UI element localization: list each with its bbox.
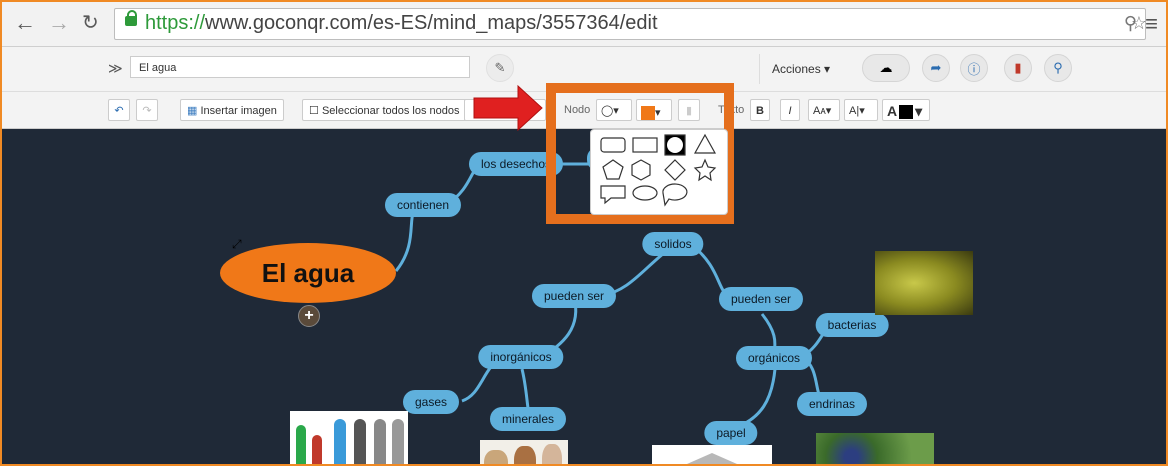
node-gases[interactable]: gases xyxy=(402,390,460,414)
thought-bubble-shape-icon xyxy=(662,183,688,207)
node-bacterias[interactable]: bacterias xyxy=(815,313,889,337)
bacteria-image[interactable] xyxy=(875,251,973,315)
forward-icon[interactable]: ➦ xyxy=(922,54,950,82)
root-node[interactable]: El agua xyxy=(220,243,396,303)
search-icon[interactable]: ⚲ xyxy=(1044,54,1072,82)
info-icon[interactable]: ⓘ xyxy=(960,54,988,82)
share-icon[interactable]: ☁ xyxy=(862,54,910,82)
font-size-dropdown[interactable]: Aᴀ▾ xyxy=(808,99,840,121)
triangle-shape-icon xyxy=(693,133,717,154)
shape-options xyxy=(600,133,717,207)
node-organicos[interactable]: orgánicos xyxy=(735,346,813,370)
star-shape-icon xyxy=(693,158,717,182)
stats-icon[interactable]: ▮ xyxy=(1004,54,1032,82)
browser-toolbar: ← → ↻ https://www.goconqr.com/es-ES/mind… xyxy=(2,2,1166,47)
resize-handle-icon[interactable]: ⤢ xyxy=(232,237,242,252)
bold-button[interactable]: B xyxy=(750,99,770,121)
gas-cylinders-image[interactable] xyxy=(290,411,408,464)
node-contienen[interactable]: contienen xyxy=(384,193,462,217)
speech-oval-shape-icon xyxy=(632,185,658,201)
speech-rect-shape-icon xyxy=(600,185,626,205)
node-inorganicos[interactable]: inorgánicos xyxy=(478,345,564,369)
map-title-input[interactable]: El agua xyxy=(130,56,470,78)
pentagon-shape-icon xyxy=(602,159,624,180)
red-arrow-icon xyxy=(473,84,543,132)
add-node-icon[interactable]: + xyxy=(298,305,320,327)
screenshot-frame: ← → ↻ https://www.goconqr.com/es-ES/mind… xyxy=(0,0,1168,466)
node-endrinas[interactable]: endrinas xyxy=(796,392,868,416)
lock-icon xyxy=(125,10,137,26)
image-icon: ▦ xyxy=(187,105,198,117)
sloe-berries-image[interactable] xyxy=(816,433,934,464)
reload-icon[interactable]: ↻ xyxy=(82,12,99,34)
node-solidos[interactable]: solidos xyxy=(642,232,704,256)
node-pueden-ser-2[interactable]: pueden ser xyxy=(718,287,804,311)
node-pueden-ser-1[interactable]: pueden ser xyxy=(531,284,617,308)
acciones-dropdown[interactable]: Acciones ▾ xyxy=(759,54,842,84)
redo-icon[interactable]: ↷ xyxy=(136,99,158,121)
arrow-right-icon[interactable]: → xyxy=(48,12,70,34)
arrow-left-icon[interactable]: ← xyxy=(14,12,36,34)
tag-icon[interactable]: ✎ xyxy=(486,54,514,82)
select-all-button[interactable]: ☐ Seleccionar todos los nodos xyxy=(302,99,467,121)
node-papel[interactable]: papel xyxy=(704,421,758,445)
node-shape-menu xyxy=(590,129,728,215)
paper-image[interactable] xyxy=(652,445,772,464)
checkbox-icon: ☐ xyxy=(309,105,319,117)
insert-image-button[interactable]: ▦ Insertar imagen xyxy=(180,99,284,121)
address-bar[interactable]: https://www.goconqr.com/es-ES/mind_maps/… xyxy=(114,8,1147,40)
hexagon-shape-icon xyxy=(631,159,651,181)
rect-shape-icon xyxy=(632,137,658,153)
minerals-image[interactable] xyxy=(480,440,568,464)
hamburger-menu-icon[interactable]: ≡ xyxy=(1145,11,1158,37)
diamond-shape-icon xyxy=(664,159,686,181)
node-minerales[interactable]: minerales xyxy=(489,407,567,431)
url-text: https://www.goconqr.com/es-ES/mind_maps/… xyxy=(145,12,658,34)
text-color-dropdown[interactable]: A ▾ xyxy=(882,99,930,121)
undo-icon[interactable]: ↶ xyxy=(108,99,130,121)
italic-button[interactable]: I xyxy=(780,99,800,121)
collapse-icon[interactable]: ≫ xyxy=(108,60,123,77)
text-align-dropdown[interactable]: A|▾ xyxy=(844,99,878,121)
rounded-rect-shape-icon xyxy=(600,137,626,153)
